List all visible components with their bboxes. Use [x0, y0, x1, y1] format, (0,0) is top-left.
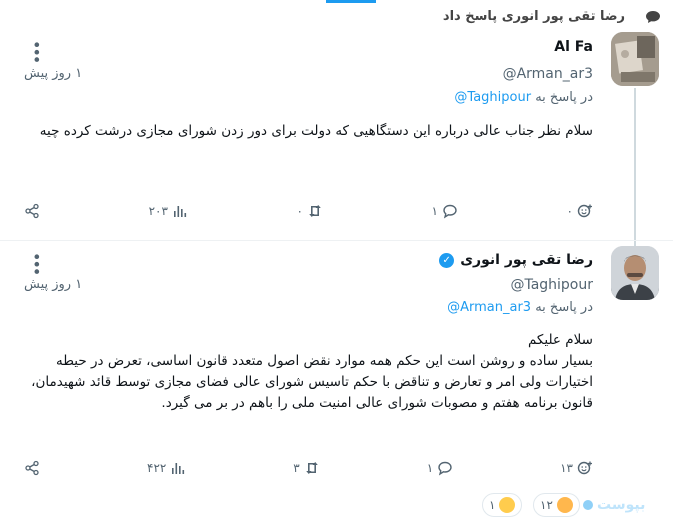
heart-emoji-icon [556, 497, 573, 513]
tweet-time: ۱ روز پیش [24, 66, 83, 81]
author-name-row[interactable]: رضا تقی پور انوری ✓ [439, 252, 593, 268]
like-count: ۱۳ [560, 461, 573, 475]
more-options-icon[interactable]: ••• [27, 252, 46, 274]
reply-bubble-icon [438, 461, 452, 476]
reaction-chip-heart[interactable]: ۱۲ [533, 493, 580, 517]
smile-emoji-icon [499, 497, 516, 513]
tweet-actions: ۰ ۱ ۰ ۲۰۳ [24, 201, 593, 221]
bar-chart-icon [173, 206, 187, 217]
like-count: ۰ [566, 204, 573, 218]
like-action[interactable]: ۱۳ [560, 460, 593, 476]
views-count: ۴۲۲ [147, 461, 167, 475]
reply-header-text: رضا تقی پور انوری پاسخ داد [442, 9, 625, 24]
views-count: ۲۰۳ [148, 204, 168, 218]
retweet-count: ۳ [293, 461, 300, 475]
reply-count: ۱ [431, 204, 438, 218]
tweet-time: ۱ روز پیش [24, 277, 83, 292]
in-reply-prefix: در پاسخ به [535, 90, 593, 105]
reply-action[interactable]: ۱ [427, 460, 453, 476]
reply-bubble-icon [443, 204, 457, 219]
in-reply-mention[interactable]: @Arman_ar3 [447, 300, 531, 315]
watermark-text: بپوست [597, 497, 646, 513]
bottom-bar: بپوست ۱۲ ۱ [0, 491, 673, 521]
author-name[interactable]: رضا تقی پور انوری [460, 252, 593, 268]
reaction-count: ۱۲ [540, 498, 553, 512]
like-action[interactable]: ۰ [567, 203, 593, 219]
avatar[interactable] [611, 32, 659, 86]
thread-connector [634, 88, 636, 246]
in-reply-mention[interactable]: @Taghipour [454, 90, 531, 105]
share-action[interactable] [24, 460, 40, 476]
tweet-body-line: بسیار ساده و روشن است این حکم همه موارد … [31, 353, 593, 411]
views-action[interactable]: ۴۲۲ [147, 460, 186, 476]
avatar[interactable] [611, 246, 659, 300]
retweet-action[interactable]: ۳ [293, 460, 319, 476]
author-name[interactable]: Al Fa [554, 39, 593, 55]
reaction-chip-smile[interactable]: ۱ [482, 493, 523, 517]
author-handle[interactable]: @Arman_ar3 [503, 66, 593, 82]
retweet-icon [305, 462, 318, 474]
tweet-body: سلام علیکم بسیار ساده و روشن است این حکم… [24, 330, 593, 414]
in-reply-to: در پاسخ به @Arman_ar3 [447, 300, 593, 315]
bar-chart-icon [172, 463, 185, 474]
retweet-action[interactable]: ۰ [297, 203, 323, 219]
verified-badge-icon: ✓ [439, 252, 455, 268]
reply-count: ۱ [426, 461, 434, 475]
watermark-dot-icon [583, 500, 593, 510]
in-reply-prefix: در پاسخ به [535, 300, 593, 315]
tweet-body: سلام نظر جناب عالی درباره این دستگاهیی ک… [39, 123, 593, 139]
share-icon [25, 460, 39, 476]
reaction-count: ۱ [489, 498, 496, 512]
in-reply-to: در پاسخ به @Taghipour [454, 90, 593, 105]
watermark: بپوست [583, 497, 645, 513]
share-icon [25, 203, 39, 219]
retweet-icon [309, 205, 321, 217]
retweet-count: ۰ [296, 204, 303, 218]
add-reaction-icon [577, 204, 592, 218]
tweet-body-line: سلام علیکم [527, 332, 593, 348]
share-action[interactable] [24, 203, 40, 219]
reply-header: رضا تقی پور انوری پاسخ داد [442, 9, 660, 24]
more-options-icon[interactable]: ••• [27, 40, 46, 62]
speech-bubble-icon [645, 10, 661, 24]
active-tab-indicator [326, 0, 376, 3]
divider [0, 240, 673, 241]
author-handle[interactable]: @Taghipour [510, 277, 593, 293]
reply-action[interactable]: ۱ [432, 203, 458, 219]
tweet-actions: ۱۳ ۱ ۳ ۴۲۲ [24, 458, 593, 478]
views-action[interactable]: ۲۰۳ [149, 203, 188, 219]
add-reaction-icon [577, 461, 592, 475]
author-name-row[interactable]: Al Fa [554, 39, 593, 55]
